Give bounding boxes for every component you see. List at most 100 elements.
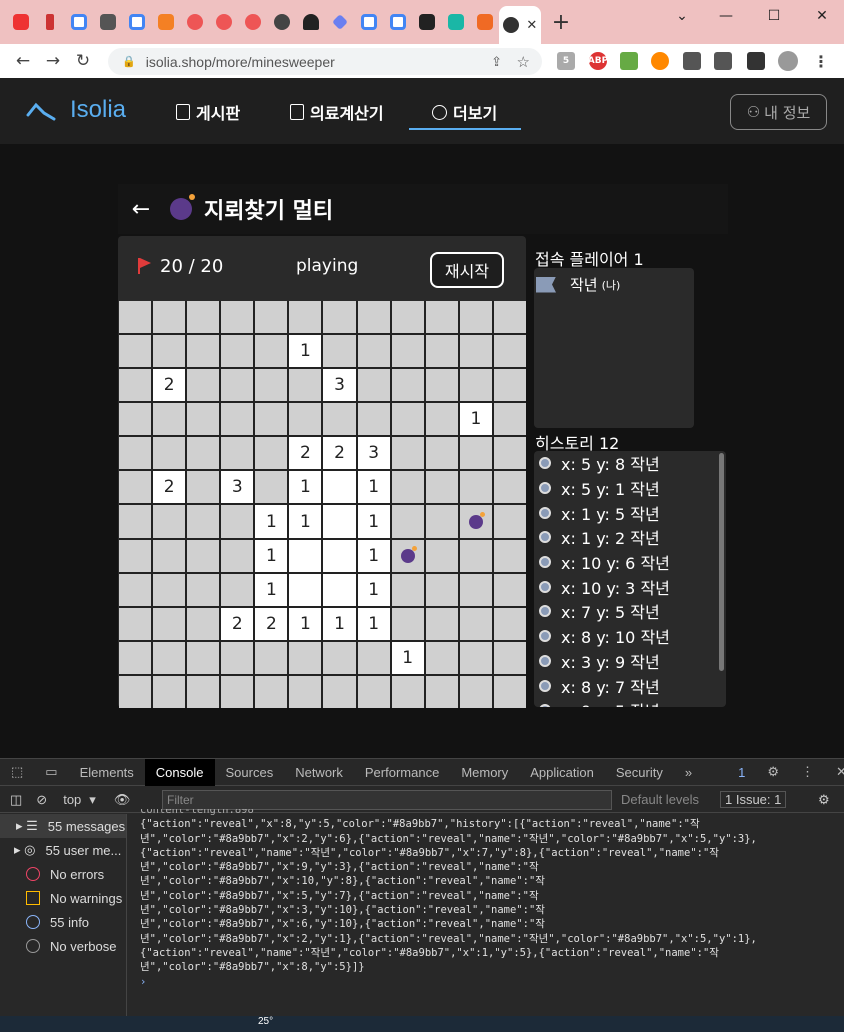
grid-cell[interactable]: [357, 301, 390, 334]
grid-cell[interactable]: 2: [221, 607, 254, 640]
puzzle-icon[interactable]: [683, 52, 701, 70]
tab-application[interactable]: Application: [519, 759, 605, 786]
sidebar-toggle-icon[interactable]: ◫: [10, 792, 22, 808]
grid-cell[interactable]: [493, 471, 526, 504]
grid-cell[interactable]: [289, 369, 322, 402]
grid-cell[interactable]: [255, 437, 288, 470]
grid-cell[interactable]: [391, 505, 424, 538]
tab-active[interactable]: ✕: [499, 6, 541, 44]
clear-console-icon[interactable]: ⊘: [36, 792, 47, 808]
grid-cell[interactable]: [425, 335, 458, 368]
filter-input[interactable]: Filter: [162, 790, 612, 810]
tab-console[interactable]: Console: [144, 758, 215, 786]
grid-cell[interactable]: [187, 437, 220, 470]
grid-cell[interactable]: 1: [357, 573, 390, 606]
grid-cell[interactable]: [187, 675, 220, 708]
grid-cell[interactable]: [187, 335, 220, 368]
grid-cell[interactable]: [221, 335, 254, 368]
grid-cell[interactable]: [459, 437, 492, 470]
device-icon[interactable]: ▭: [34, 759, 68, 786]
grid-cell[interactable]: 2: [255, 607, 288, 640]
grid-cell[interactable]: [493, 607, 526, 640]
grid-cell[interactable]: [357, 641, 390, 674]
grid-cell[interactable]: [119, 573, 152, 606]
grid-cell[interactable]: [357, 335, 390, 368]
grid-cell[interactable]: 1: [289, 607, 322, 640]
grid-cell[interactable]: [391, 369, 424, 402]
new-tab-button[interactable]: +: [541, 10, 581, 35]
grid-cell[interactable]: [255, 471, 288, 504]
back-arrow-icon[interactable]: ←: [126, 197, 156, 222]
restart-button[interactable]: 재시작: [430, 252, 504, 288]
grid-cell[interactable]: [289, 573, 322, 606]
grid-cell[interactable]: [153, 675, 186, 708]
grid-cell[interactable]: [187, 607, 220, 640]
close-window-button[interactable]: ✕: [798, 0, 844, 32]
grid-cell[interactable]: 1: [357, 471, 390, 504]
console-settings-icon[interactable]: ⚙: [818, 792, 830, 808]
grid-cell[interactable]: 1: [323, 607, 356, 640]
tab-vimeo[interactable]: [441, 0, 470, 44]
tab-chart[interactable]: [470, 0, 499, 44]
grid-cell[interactable]: [459, 301, 492, 334]
grid-cell[interactable]: [119, 437, 152, 470]
grid-cell[interactable]: [153, 505, 186, 538]
grid-cell[interactable]: [425, 471, 458, 504]
grid-cell[interactable]: [255, 335, 288, 368]
grid-cell[interactable]: [187, 505, 220, 538]
grid-cell[interactable]: 2: [153, 369, 186, 402]
grid-cell[interactable]: [153, 573, 186, 606]
omnibox[interactable]: 🔒 isolia.shop/more/minesweeper ⇪ ☆: [108, 48, 542, 75]
grid-cell[interactable]: [493, 335, 526, 368]
grid-cell[interactable]: [119, 335, 152, 368]
grid-cell[interactable]: [153, 607, 186, 640]
grid-cell[interactable]: [391, 335, 424, 368]
grid-cell[interactable]: [357, 403, 390, 436]
more-tabs-icon[interactable]: »: [674, 759, 703, 786]
grid-cell[interactable]: [459, 369, 492, 402]
grid-cell[interactable]: [289, 641, 322, 674]
grid-cell[interactable]: [221, 437, 254, 470]
grid-cell[interactable]: [323, 675, 356, 708]
grid-cell[interactable]: [255, 369, 288, 402]
grid-cell[interactable]: [425, 437, 458, 470]
sidebar-info[interactable]: 55 info: [0, 910, 126, 934]
grid-cell[interactable]: [187, 403, 220, 436]
kebab-menu-icon[interactable]: ⋮: [790, 759, 825, 786]
tab-muted[interactable]: [35, 0, 64, 44]
grid-cell[interactable]: [425, 403, 458, 436]
avatar[interactable]: [778, 51, 798, 71]
grid-cell[interactable]: [323, 471, 356, 504]
grid-cell[interactable]: [153, 335, 186, 368]
tab-google-1[interactable]: [64, 0, 93, 44]
grid-cell[interactable]: [459, 675, 492, 708]
grid-cell[interactable]: [153, 539, 186, 572]
grid-cell[interactable]: 1: [391, 641, 424, 674]
tab-google-3[interactable]: [354, 0, 383, 44]
tab-ghost[interactable]: [296, 0, 325, 44]
grid-cell[interactable]: 2: [289, 437, 322, 470]
tab-security[interactable]: Security: [605, 759, 674, 786]
close-tab-icon[interactable]: ✕: [526, 18, 537, 33]
close-devtools-icon[interactable]: ✕: [825, 759, 844, 786]
grid-cell[interactable]: 1: [255, 505, 288, 538]
grid-cell[interactable]: 1: [289, 471, 322, 504]
grid-cell[interactable]: [255, 301, 288, 334]
grid-cell[interactable]: [221, 403, 254, 436]
grid-cell[interactable]: [391, 573, 424, 606]
tab-google-4[interactable]: [383, 0, 412, 44]
grid-cell[interactable]: [187, 641, 220, 674]
grid-cell[interactable]: [425, 505, 458, 538]
grid-cell[interactable]: 3: [357, 437, 390, 470]
grid-cell[interactable]: [459, 607, 492, 640]
levels-select[interactable]: Default levels: [621, 792, 699, 807]
console-output[interactable]: content-length:898 {"action":"reveal","x"…: [140, 809, 830, 999]
maximize-button[interactable]: ☐: [750, 0, 798, 32]
extension-icon[interactable]: 5: [557, 52, 575, 70]
grid-cell[interactable]: [221, 301, 254, 334]
grid-cell[interactable]: [221, 505, 254, 538]
grid-cell[interactable]: [493, 505, 526, 538]
profile-button[interactable]: ⚇ 내 정보: [730, 94, 827, 130]
grid-cell[interactable]: [391, 403, 424, 436]
grid-cell[interactable]: [119, 301, 152, 334]
